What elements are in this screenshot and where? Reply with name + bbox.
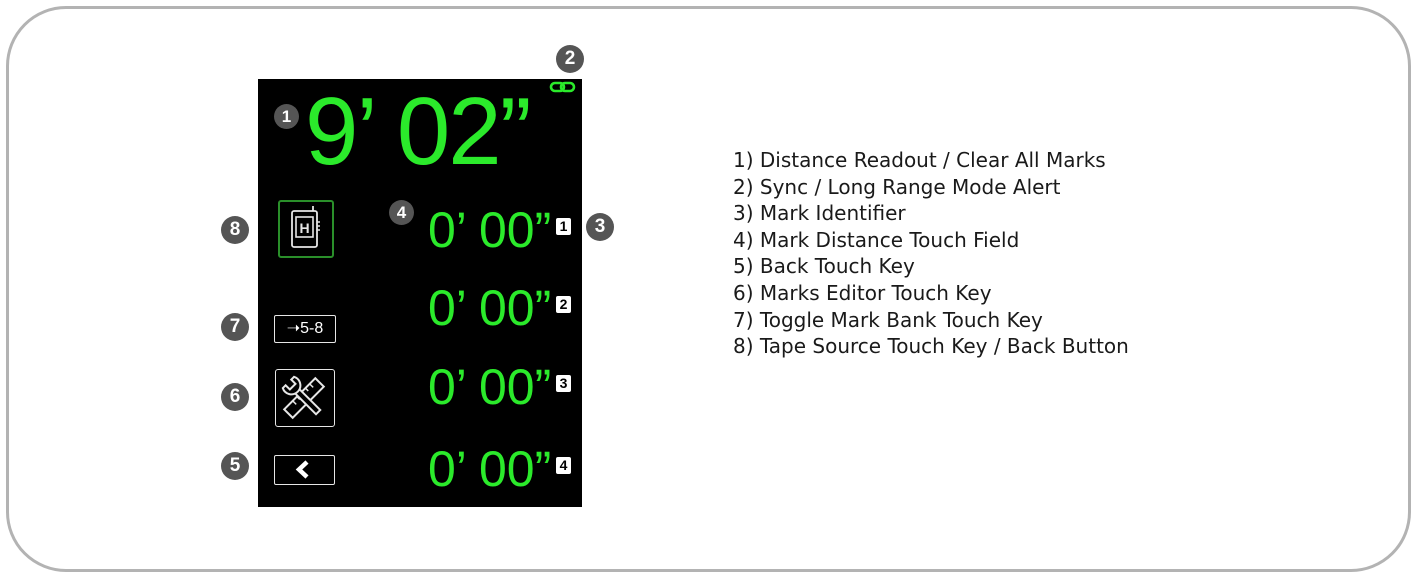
callout-badge-2: 2	[556, 45, 584, 73]
tape-letter: H	[299, 220, 309, 236]
wrench-ruler-icon	[281, 375, 326, 420]
mark-distance-2[interactable]: 0’ 00”	[428, 283, 551, 333]
legend-item: 6) Marks Editor Touch Key	[733, 280, 992, 305]
callout-badge-6: 6	[221, 383, 249, 411]
legend-item: 2) Sync / Long Range Mode Alert	[733, 174, 1061, 199]
mark-identifier-4: 4	[556, 457, 571, 474]
distance-readout[interactable]: 9’ 02”	[305, 84, 532, 180]
diagram-frame	[6, 6, 1411, 572]
legend-list: 1) Distance Readout / Clear All Marks 2)…	[733, 147, 1129, 360]
callout-badge-7: 7	[221, 313, 249, 341]
legend-item: 3) Mark Identifier	[733, 201, 906, 226]
callout-badge-5: 5	[221, 452, 249, 480]
legend-item: 4) Mark Distance Touch Field	[733, 227, 1020, 252]
callout-badge-1: 1	[274, 104, 299, 129]
legend-item: 1) Distance Readout / Clear All Marks	[733, 148, 1106, 172]
tape-source-button[interactable]: H	[278, 200, 334, 258]
toggle-mark-bank-button[interactable]: ➝5-8	[274, 315, 336, 343]
mark-distance-3[interactable]: 0’ 00”	[428, 362, 551, 412]
callout-badge-3: 3	[586, 213, 614, 241]
legend-item: 7) Toggle Mark Bank Touch Key	[733, 307, 1043, 332]
callout-badge-4: 4	[389, 200, 414, 225]
chevron-left-icon	[295, 460, 309, 479]
callout-badge-8: 8	[221, 216, 249, 244]
mark-identifier-2: 2	[556, 296, 571, 313]
legend-item: 5) Back Touch Key	[733, 254, 915, 279]
legend-item: 8) Tape Source Touch Key / Back Button	[733, 334, 1129, 359]
marks-editor-button[interactable]	[275, 369, 335, 427]
mark-identifier-1: 1	[556, 218, 571, 235]
tape-device-icon: H	[291, 206, 320, 248]
back-button[interactable]	[274, 455, 335, 485]
mark-distance-1[interactable]: 0’ 00”	[428, 205, 551, 255]
mark-distance-4[interactable]: 0’ 00”	[428, 444, 551, 494]
link-icon[interactable]	[549, 79, 577, 95]
mark-identifier-3: 3	[556, 375, 571, 392]
